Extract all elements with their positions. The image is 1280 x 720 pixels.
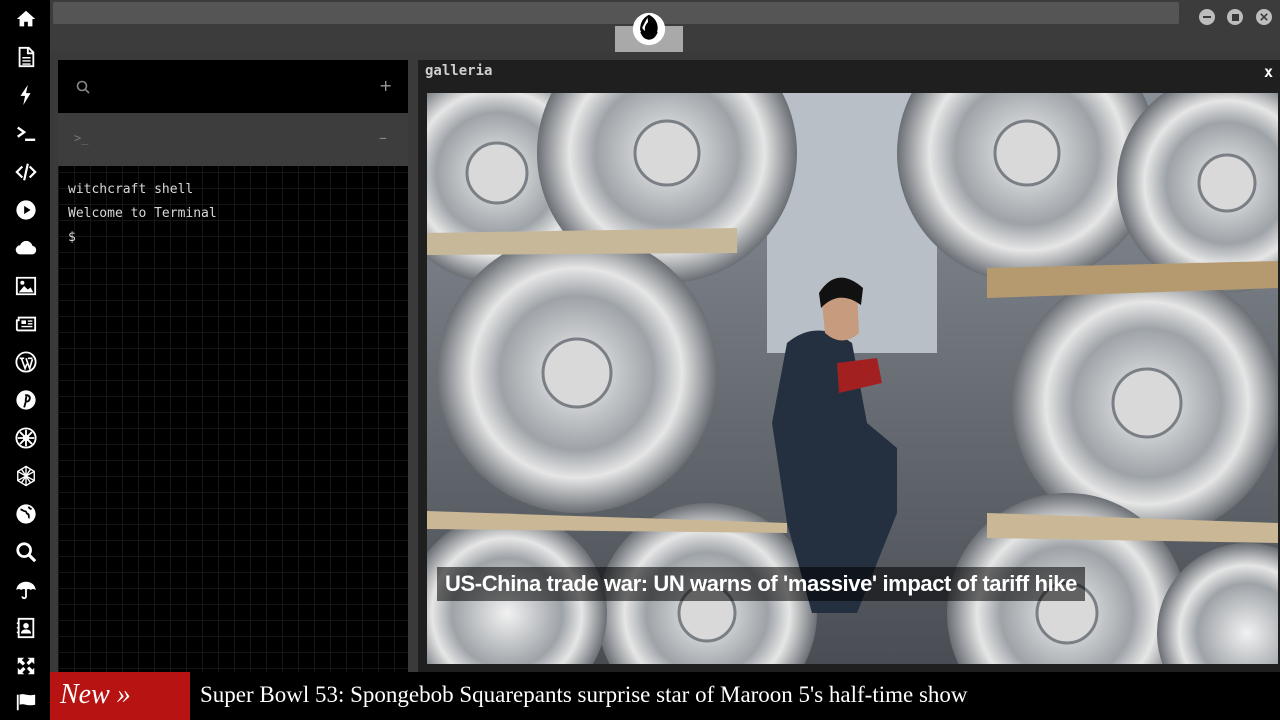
gallery-photo[interactable]: US-China trade war: UN warns of 'massive… bbox=[427, 93, 1278, 664]
pinterest-icon[interactable] bbox=[14, 388, 38, 412]
terminal-output[interactable]: witchcraft shell Welcome to Terminal $ bbox=[68, 178, 217, 250]
expand-icon[interactable] bbox=[14, 654, 38, 678]
search-icon[interactable] bbox=[76, 80, 90, 94]
cloud-icon[interactable] bbox=[14, 236, 38, 260]
address-bar[interactable] bbox=[53, 2, 1179, 24]
galleria-panel: galleria x US-China trade war: UN warns … bbox=[418, 60, 1280, 672]
minimize-button[interactable] bbox=[1199, 9, 1215, 25]
terminal-icon[interactable] bbox=[14, 122, 38, 146]
code-icon[interactable] bbox=[14, 160, 38, 184]
document-icon[interactable] bbox=[14, 45, 38, 69]
lightning-icon[interactable] bbox=[14, 83, 38, 107]
terminal-tab[interactable]: >_ – bbox=[58, 113, 408, 166]
image-icon[interactable] bbox=[14, 274, 38, 298]
close-window-button[interactable] bbox=[1256, 9, 1272, 25]
photo-caption: US-China trade war: UN warns of 'massive… bbox=[437, 567, 1085, 601]
rebel-alliance-icon[interactable] bbox=[630, 10, 668, 48]
collapse-button[interactable]: – bbox=[379, 128, 387, 147]
terminal-line: witchcraft shell bbox=[68, 182, 194, 197]
play-icon[interactable] bbox=[14, 198, 38, 222]
terminal-prompt: $ bbox=[68, 230, 76, 245]
ticker-badge: New » bbox=[50, 672, 190, 720]
home-icon[interactable] bbox=[14, 7, 38, 31]
add-tab-button[interactable]: + bbox=[379, 76, 392, 95]
terminal-panel[interactable]: + >_ – witchcraft shell Welcome to Termi… bbox=[58, 60, 408, 672]
terminal-line: Welcome to Terminal bbox=[68, 206, 217, 221]
news-ticker[interactable]: New » Super Bowl 53: Spongebob Squarepan… bbox=[50, 672, 1280, 720]
close-button[interactable]: x bbox=[1264, 63, 1273, 81]
ticker-headline[interactable]: Super Bowl 53: Spongebob Squarepants sur… bbox=[200, 672, 968, 720]
newspaper-icon[interactable] bbox=[14, 312, 38, 336]
globe-mesh-icon[interactable] bbox=[14, 464, 38, 488]
prompt-icon: >_ bbox=[74, 131, 89, 145]
flag-icon[interactable] bbox=[14, 690, 38, 714]
empire-icon[interactable] bbox=[14, 426, 38, 450]
umbrella-icon[interactable] bbox=[14, 578, 38, 602]
app-sidebar bbox=[0, 0, 50, 720]
world-icon[interactable] bbox=[14, 502, 38, 526]
wordpress-icon[interactable] bbox=[14, 350, 38, 374]
terminal-search-bar[interactable]: + bbox=[58, 60, 408, 113]
panel-title: galleria bbox=[425, 63, 493, 79]
maximize-button[interactable] bbox=[1227, 9, 1243, 25]
contacts-icon[interactable] bbox=[14, 616, 38, 640]
search-icon[interactable] bbox=[14, 540, 38, 564]
